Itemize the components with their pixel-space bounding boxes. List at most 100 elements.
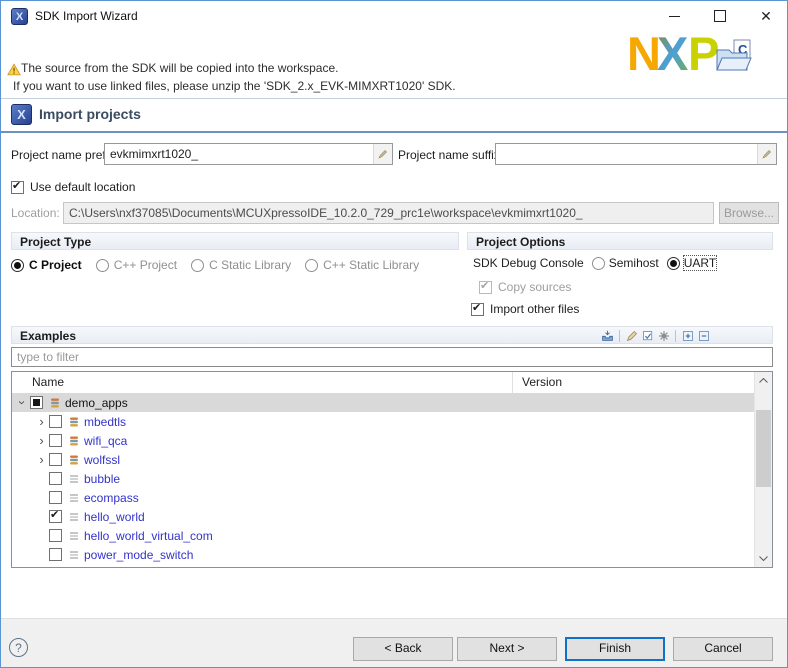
toolbar-separator — [619, 330, 620, 342]
radio-semihost[interactable]: Semihost — [592, 255, 659, 271]
project-type-header: Project Type — [11, 232, 459, 250]
chevron-right-icon[interactable]: › — [34, 415, 49, 428]
radio-label: C++ Project — [114, 258, 177, 272]
tree-row[interactable]: › mbedtls — [12, 412, 755, 431]
back-button[interactable]: < Back — [353, 637, 453, 661]
example-item-icon — [67, 530, 81, 542]
tree-item-label: mbedtls — [84, 415, 126, 429]
copy-sources-row: Copy sources — [479, 279, 571, 295]
scroll-up-icon[interactable] — [755, 372, 772, 389]
use-default-location-label: Use default location — [30, 180, 135, 194]
tree-row[interactable]: › wifi_qca — [12, 431, 755, 450]
chevron-right-icon[interactable]: › — [34, 453, 49, 466]
finish-button[interactable]: Finish — [565, 637, 665, 661]
select-checkbox-icon[interactable] — [641, 329, 654, 342]
radio-cpp-project[interactable]: C++ Project — [96, 257, 177, 273]
chevron-right-icon[interactable]: › — [34, 434, 49, 447]
location-label: Location: — [11, 206, 60, 220]
import-other-files-row: Import other files — [471, 301, 579, 317]
cancel-button[interactable]: Cancel — [673, 637, 773, 661]
column-header-version[interactable]: Version — [522, 372, 562, 392]
tree-item-label: demo_apps — [65, 396, 128, 410]
radio-icon — [667, 257, 680, 270]
project-name-suffix-input[interactable] — [495, 143, 777, 165]
import-archive-icon[interactable] — [601, 329, 614, 342]
tree-item-label: bubble — [84, 472, 120, 486]
warning-icon — [7, 63, 21, 79]
next-button[interactable]: Next > — [457, 637, 557, 661]
project-name-prefix-input[interactable] — [104, 143, 393, 165]
examples-header: Examples — [11, 326, 773, 344]
tree-row[interactable]: hello_world_virtual_com — [12, 526, 755, 545]
tree-item-checkbox[interactable] — [49, 510, 62, 523]
tree-row[interactable]: hello_world — [12, 507, 755, 526]
tree-item-label: wolfssl — [84, 453, 120, 467]
component-stack-icon — [48, 397, 62, 409]
radio-label: UART — [684, 256, 716, 270]
import-other-files-checkbox[interactable] — [471, 303, 484, 316]
tree-row[interactable]: ecompass — [12, 488, 755, 507]
close-button[interactable]: ✕ — [743, 1, 788, 31]
tree-row[interactable]: power_mode_switch — [12, 545, 755, 564]
maximize-button[interactable] — [697, 1, 743, 31]
column-header-name[interactable]: Name — [32, 372, 64, 392]
radio-label: Semihost — [609, 256, 659, 270]
chevron-down-icon[interactable]: › — [16, 395, 29, 410]
radio-c-static-library[interactable]: C Static Library — [191, 257, 291, 273]
example-item-icon — [67, 492, 81, 504]
radio-label: C Static Library — [209, 258, 291, 272]
tree-row[interactable] — [12, 564, 755, 567]
scroll-down-icon[interactable] — [755, 550, 772, 567]
column-divider[interactable] — [512, 372, 513, 393]
tree-item-checkbox[interactable] — [49, 434, 62, 447]
suffix-field-wrap — [495, 143, 777, 165]
expand-all-icon[interactable] — [681, 329, 694, 342]
sprocket-icon[interactable] — [657, 329, 670, 342]
nxp-logo: N X P — [629, 29, 723, 80]
close-icon: ✕ — [760, 8, 772, 25]
tree-row[interactable]: › demo_apps — [12, 393, 755, 412]
prefix-field-wrap — [104, 143, 393, 165]
tree-row[interactable]: › wolfssl — [12, 450, 755, 469]
tree-item-checkbox[interactable] — [49, 415, 62, 428]
examples-filter-input[interactable] — [11, 347, 773, 367]
window-title: SDK Import Wizard — [35, 1, 138, 31]
tree-item-checkbox[interactable] — [49, 548, 62, 561]
mcuxpresso-x-icon: X — [11, 104, 32, 125]
tree-item-label: wifi_qca — [84, 434, 127, 448]
radio-uart[interactable]: UART — [667, 255, 716, 271]
vertical-scrollbar[interactable] — [754, 372, 772, 567]
suffix-label: Project name suffix: — [398, 148, 503, 162]
component-stack-icon — [67, 435, 81, 447]
tree-item-checkbox[interactable] — [49, 491, 62, 504]
minimize-icon — [669, 16, 680, 17]
collapse-all-icon[interactable] — [697, 329, 710, 342]
message-line1: The source from the SDK will be copied i… — [21, 61, 338, 75]
table-header: Name Version — [12, 372, 755, 394]
sdk-debug-console-row: SDK Debug Console Semihost UART — [473, 255, 716, 271]
tree-item-label: hello_world_virtual_com — [84, 529, 213, 543]
help-icon[interactable]: ? — [9, 638, 28, 657]
component-stack-icon — [67, 454, 81, 466]
import-other-files-label: Import other files — [490, 302, 579, 316]
mcuxpresso-x-icon: X — [11, 8, 28, 25]
tree-item-checkbox[interactable] — [49, 529, 62, 542]
use-default-location-checkbox[interactable] — [11, 181, 24, 194]
tree-item-checkbox[interactable] — [49, 453, 62, 466]
tree-item-checkbox[interactable] — [49, 472, 62, 485]
svg-text:X: X — [657, 29, 688, 77]
radio-cpp-static-library[interactable]: C++ Static Library — [305, 257, 419, 273]
tree-item-label: ecompass — [84, 491, 139, 505]
radio-c-project[interactable]: C Project — [11, 257, 82, 273]
copy-sources-checkbox — [479, 281, 492, 294]
minimize-button[interactable] — [651, 1, 697, 31]
tree-row[interactable]: bubble — [12, 469, 755, 488]
browse-button[interactable]: Browse... — [719, 202, 779, 224]
radio-icon — [305, 259, 318, 272]
c-project-folder-icon: C — [715, 39, 753, 76]
project-options-header: Project Options — [467, 232, 773, 250]
scrollbar-thumb[interactable] — [756, 410, 771, 487]
edit-icon[interactable] — [625, 329, 638, 342]
example-item-icon — [67, 511, 81, 523]
tree-item-checkbox[interactable] — [30, 396, 43, 409]
